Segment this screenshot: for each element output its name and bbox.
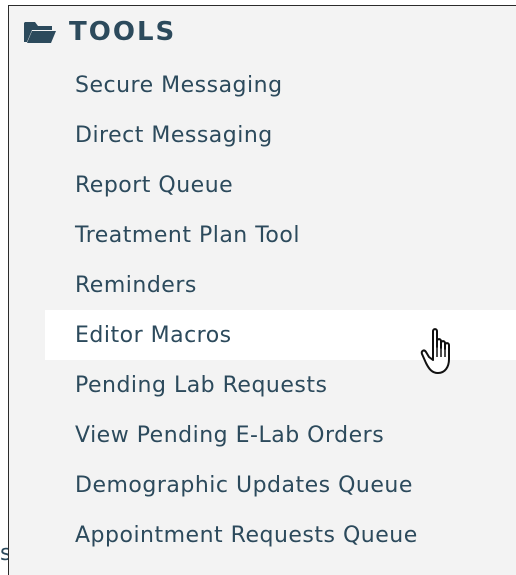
clipped-edge-text: s [0, 541, 8, 566]
menu-item-appointment-requests-queue[interactable]: Appointment Requests Queue [45, 510, 516, 560]
menu-item-demographic-updates-queue[interactable]: Demographic Updates Queue [45, 460, 516, 510]
menu-item-direct-messaging[interactable]: Direct Messaging [45, 110, 516, 160]
menu-item-view-pending-e-lab-orders[interactable]: View Pending E-Lab Orders [45, 410, 516, 460]
hand-pointer-icon [420, 327, 460, 377]
folder-open-icon [23, 20, 57, 44]
menu-item-secure-messaging[interactable]: Secure Messaging [45, 60, 516, 110]
tools-panel: TOOLS Secure Messaging Direct Messaging … [8, 5, 516, 575]
tools-menu: Secure Messaging Direct Messaging Report… [45, 60, 516, 560]
tools-section-header[interactable]: TOOLS [23, 14, 176, 50]
tools-section-title: TOOLS [69, 17, 177, 47]
menu-item-report-queue[interactable]: Report Queue [45, 160, 516, 210]
menu-item-reminders[interactable]: Reminders [45, 260, 516, 310]
menu-item-treatment-plan-tool[interactable]: Treatment Plan Tool [45, 210, 516, 260]
